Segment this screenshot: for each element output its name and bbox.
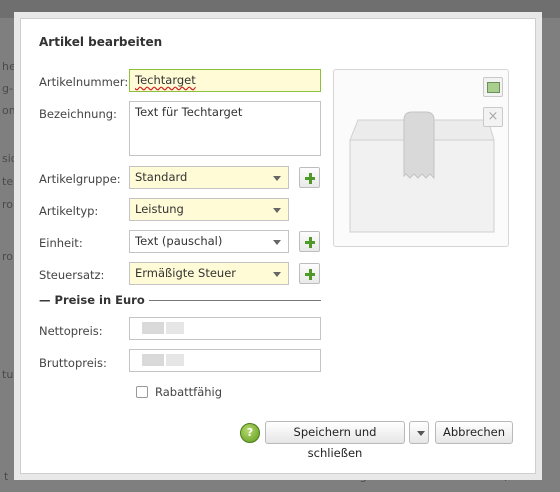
redacted-value (142, 322, 164, 334)
redacted-value (142, 354, 164, 366)
upload-image-button[interactable] (483, 77, 503, 97)
cancel-button[interactable]: Abbrechen (435, 421, 513, 444)
help-icon[interactable]: ? (240, 423, 260, 443)
article-group-value: Standard (135, 170, 188, 184)
unit-value: Text (pauschal) (135, 234, 223, 248)
prices-section-label: Preise in Euro (54, 293, 145, 307)
save-options-dropdown-button[interactable] (409, 421, 429, 444)
net-price-label: Nettopreis: (39, 324, 103, 338)
net-price-input[interactable] (129, 317, 321, 340)
edit-article-dialog: Artikel bearbeiten Artikelnummer: Techta… (20, 18, 536, 474)
chevron-down-icon (273, 208, 281, 213)
save-and-close-button[interactable]: Speichern und schließen (265, 421, 405, 460)
add-tax-rate-button[interactable] (299, 263, 320, 284)
article-number-value: Techtarget (135, 73, 196, 87)
remove-image-button[interactable]: × (483, 107, 503, 127)
article-type-label: Artikeltyp: (39, 204, 99, 218)
article-group-select[interactable]: Standard (129, 166, 289, 189)
description-textarea[interactable]: Text für Techtarget (129, 101, 321, 156)
dialog-title: Artikel bearbeiten (39, 35, 163, 49)
product-box-icon (349, 111, 495, 233)
unit-label: Einheit: (39, 236, 83, 250)
prices-section-title: — Preise in Euro (39, 293, 149, 307)
article-type-select[interactable]: Leistung (129, 198, 289, 221)
article-group-label: Artikelgruppe: (39, 172, 121, 186)
table-cell: ter- (2, 175, 21, 188)
gross-price-label: Bruttopreis: (39, 356, 107, 370)
tax-rate-label: Steuersatz: (39, 268, 105, 282)
redacted-value (166, 322, 184, 334)
chevron-down-icon (273, 176, 281, 181)
chevron-down-icon (273, 272, 281, 277)
close-icon: × (487, 109, 499, 124)
tax-rate-value: Ermäßigte Steuer (135, 266, 236, 280)
article-type-value: Leistung (135, 202, 184, 216)
article-number-label: Artikelnummer: (39, 75, 129, 89)
tax-rate-select[interactable]: Ermäßigte Steuer (129, 262, 289, 285)
chevron-down-icon (417, 431, 425, 436)
unit-select[interactable]: Text (pauschal) (129, 230, 289, 253)
table-cell: t (4, 470, 9, 483)
gross-price-input[interactable] (129, 349, 321, 372)
discountable-label: Rabattfähig (155, 385, 223, 399)
chevron-down-icon (273, 240, 281, 245)
description-value: Text für Techtarget (135, 105, 243, 119)
add-unit-button[interactable] (299, 231, 320, 252)
article-number-input[interactable]: Techtarget (129, 69, 321, 92)
description-label: Bezeichnung: (39, 107, 117, 121)
background-header (0, 0, 560, 18)
add-article-group-button[interactable] (299, 167, 320, 188)
discountable-checkbox[interactable] (136, 386, 148, 398)
redacted-value (166, 354, 184, 366)
